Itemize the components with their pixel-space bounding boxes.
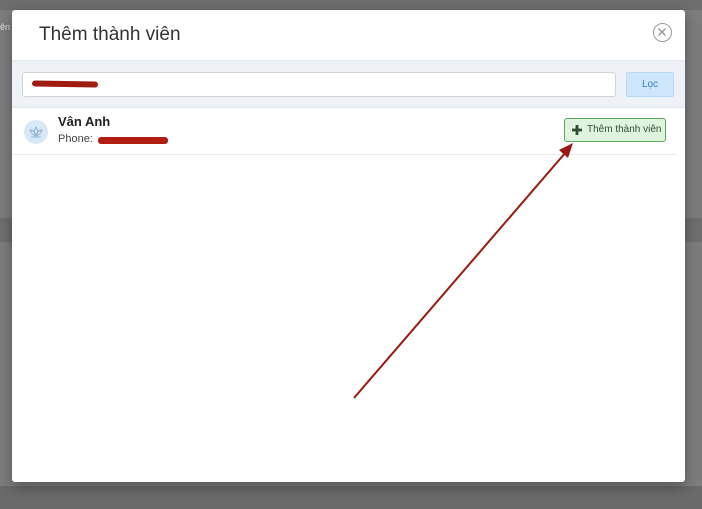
member-phone-label: Phone: [58,133,93,145]
backdrop-band-left [0,218,12,242]
redaction-mark [31,80,99,88]
search-bar: Lọc [12,61,685,108]
backdrop-text-fragment: ên [0,22,11,32]
member-name: Vân Anh [58,114,111,129]
close-icon [658,28,666,36]
filter-button[interactable]: Lọc [626,72,674,97]
backdrop-top-bar [0,0,702,10]
backdrop-bottom-bar [0,486,702,509]
modal-title: Thêm thành viên [39,24,181,45]
member-row: Vân Anh Phone: Thêm thành viên [12,108,677,155]
add-member-modal: Thêm thành viên Lọc Vân Anh Phone: Thêm … [12,10,685,482]
modal-header: Thêm thành viên [12,10,685,61]
redaction-mark [98,137,168,144]
close-button[interactable] [653,23,672,42]
avatar [24,120,48,144]
plus-icon [572,125,582,135]
search-input[interactable] [22,72,616,97]
add-member-button-label: Thêm thành viên [587,124,662,135]
add-member-button[interactable]: Thêm thành viên [564,118,666,142]
backdrop-band-right [685,218,702,242]
lotus-icon [29,126,43,138]
